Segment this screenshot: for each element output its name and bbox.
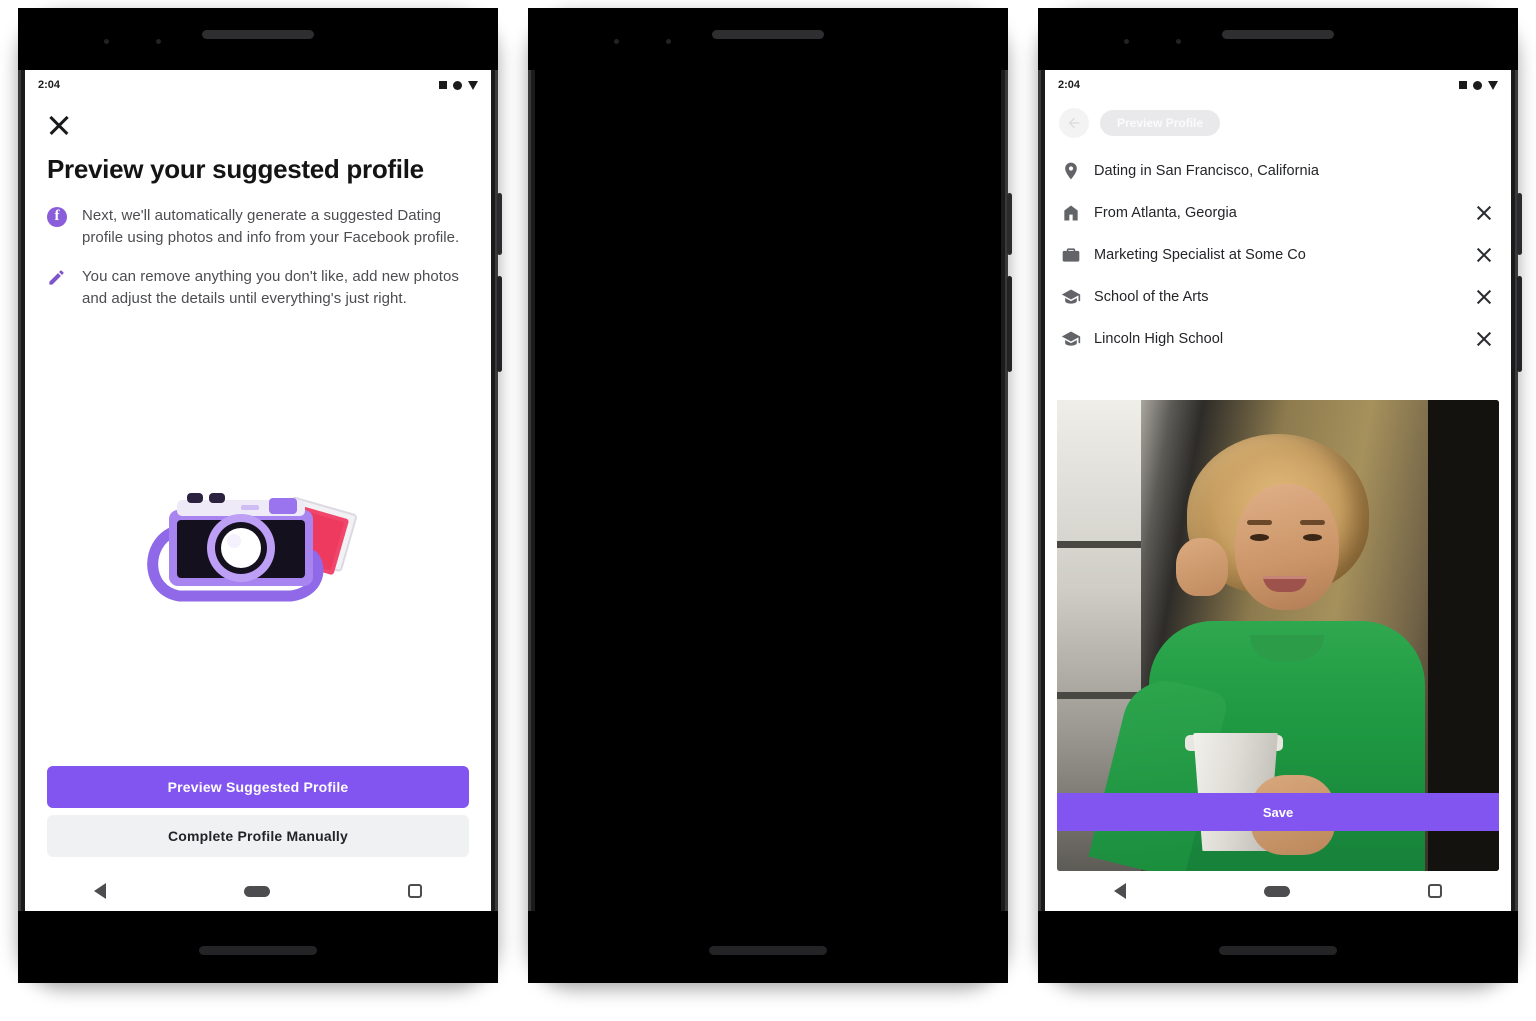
screenshot-stage: 2:04 Preview your suggested profile f Ne… xyxy=(0,0,1536,1021)
remove-item-icon[interactable] xyxy=(1473,286,1495,308)
bullet-text: You can remove anything you don't like, … xyxy=(82,268,459,308)
power-button[interactable] xyxy=(1007,193,1012,255)
status-time: 2:04 xyxy=(38,79,61,91)
bottom-speaker xyxy=(1219,946,1337,955)
status-bar: 2:04 xyxy=(25,70,491,100)
profile-info-list: Dating in San Francisco, California From… xyxy=(1045,148,1511,360)
remove-item-icon[interactable] xyxy=(1473,202,1495,224)
phone-1-bottom-bezel xyxy=(18,911,498,983)
earpiece-speaker xyxy=(1222,30,1334,39)
bottom-speaker xyxy=(199,946,317,955)
signal-square-icon xyxy=(1459,81,1467,89)
bottom-speaker xyxy=(709,946,827,955)
wifi-triangle-icon xyxy=(468,80,478,90)
preview-profile-pill[interactable]: Preview Profile xyxy=(1100,110,1221,136)
remove-item-icon[interactable] xyxy=(1473,328,1495,350)
preview-suggested-profile-button[interactable]: Preview Suggested Profile xyxy=(47,766,469,808)
list-item[interactable]: From Atlanta, Georgia xyxy=(1061,192,1495,234)
status-time: 2:04 xyxy=(1058,79,1081,91)
front-camera-icon xyxy=(666,39,671,44)
preview-profile-header: Preview Profile xyxy=(1045,100,1511,148)
list-item-label: Lincoln High School xyxy=(1094,331,1224,347)
nav-home-icon[interactable] xyxy=(1264,885,1290,897)
android-nav-bar xyxy=(1045,871,1511,911)
power-button[interactable] xyxy=(497,193,502,255)
status-bar: 2:04 xyxy=(1045,70,1511,100)
list-item[interactable]: Dating in San Francisco, California xyxy=(1061,150,1495,192)
back-arrow-icon[interactable] xyxy=(1059,108,1089,138)
bullet-text: Next, we'll automatically generate a sug… xyxy=(82,206,460,246)
pencil-icon xyxy=(47,268,69,290)
phone-1-actions: Preview Suggested Profile Complete Profi… xyxy=(47,766,469,871)
phone-device-2: 2:04 Preview Profile Kiara xyxy=(528,8,1012,983)
camera-illustration xyxy=(47,327,469,766)
list-item-label: School of the Arts xyxy=(1094,289,1209,305)
front-camera-icon xyxy=(156,39,161,44)
phone-3-top-bezel xyxy=(1038,8,1518,70)
list-item[interactable]: Marketing Specialist at Some Co xyxy=(1061,234,1495,276)
phone-1-top-bezel xyxy=(18,8,498,70)
battery-circle-icon xyxy=(453,80,462,90)
front-sensor-icon xyxy=(1124,39,1129,44)
status-icons xyxy=(1459,80,1498,90)
phone-2-bottom-bezel xyxy=(528,911,1008,983)
save-button[interactable]: Save xyxy=(1057,793,1499,831)
nav-recents-icon[interactable] xyxy=(408,884,422,898)
nav-back-icon[interactable] xyxy=(1114,883,1126,899)
front-sensor-icon xyxy=(104,39,109,44)
power-button[interactable] xyxy=(1517,193,1522,255)
page-title: Preview your suggested profile xyxy=(47,154,424,184)
bullet-item-edit: You can remove anything you don't like, … xyxy=(47,266,469,310)
close-icon[interactable] xyxy=(44,110,74,140)
volume-button[interactable] xyxy=(1517,276,1522,372)
battery-circle-icon xyxy=(1473,80,1482,90)
phone-3-bottom-bezel xyxy=(1038,911,1518,983)
phone-device-1: 2:04 Preview your suggested profile f Ne… xyxy=(18,8,502,983)
phone-2-inner xyxy=(535,15,1001,976)
list-item-label: Marketing Specialist at Some Co xyxy=(1094,247,1306,263)
front-camera-icon xyxy=(1176,39,1181,44)
status-icons xyxy=(439,80,478,90)
list-item-label: From Atlanta, Georgia xyxy=(1094,205,1237,221)
nav-home-icon[interactable] xyxy=(244,885,270,897)
earpiece-speaker xyxy=(202,30,314,39)
front-sensor-icon xyxy=(614,39,619,44)
android-nav-bar xyxy=(25,871,491,911)
graduation-cap-icon xyxy=(1061,329,1081,349)
nav-recents-icon[interactable] xyxy=(1428,884,1442,898)
complete-profile-manually-button[interactable]: Complete Profile Manually xyxy=(47,815,469,857)
phone-3-screen: 2:04 Preview Profile Dating in San Franc… xyxy=(1045,70,1511,911)
bullet-item-facebook: f Next, we'll automatically generate a s… xyxy=(47,205,469,249)
list-item[interactable]: School of the Arts xyxy=(1061,276,1495,318)
remove-item-icon[interactable] xyxy=(1473,244,1495,266)
signal-square-icon xyxy=(439,81,447,89)
nav-back-icon[interactable] xyxy=(94,883,106,899)
volume-button[interactable] xyxy=(1007,276,1012,372)
phone-3-content: Preview Profile Dating in San Francisco,… xyxy=(1045,100,1511,871)
wifi-triangle-icon xyxy=(1488,80,1498,90)
phone-device-3: 2:04 Preview Profile Dating in San Franc… xyxy=(1038,8,1522,983)
phone-1-screen: 2:04 Preview your suggested profile f Ne… xyxy=(25,70,491,911)
profile-photo-cafe[interactable]: Save xyxy=(1057,400,1499,871)
volume-button[interactable] xyxy=(497,276,502,372)
camera-with-photos-illustration xyxy=(147,492,357,602)
home-icon xyxy=(1061,203,1081,223)
list-item[interactable]: Lincoln High School xyxy=(1061,318,1495,360)
earpiece-speaker xyxy=(712,30,824,39)
list-item-label: Dating in San Francisco, California xyxy=(1094,163,1319,179)
briefcase-icon xyxy=(1061,245,1081,265)
graduation-cap-icon xyxy=(1061,287,1081,307)
phone-2-top-bezel xyxy=(528,8,1008,70)
location-pin-icon xyxy=(1061,161,1081,181)
phone-1-content: Preview your suggested profile f Next, w… xyxy=(25,100,491,871)
facebook-logo-icon: f xyxy=(47,206,69,229)
